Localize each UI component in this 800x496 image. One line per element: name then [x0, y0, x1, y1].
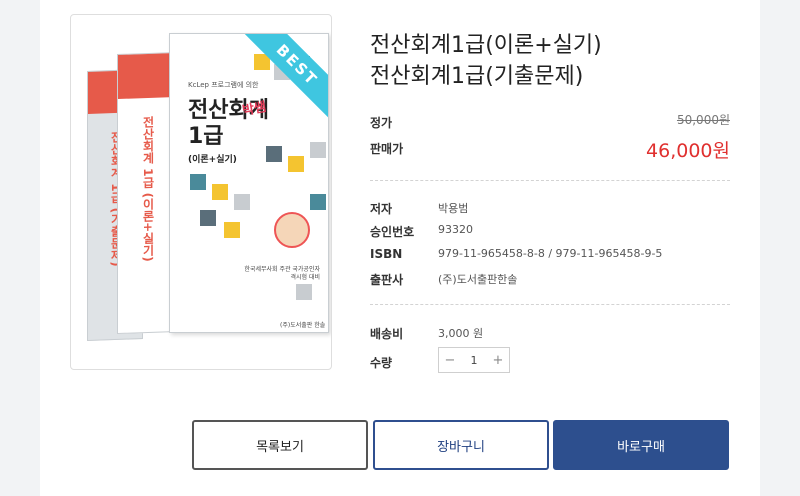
quantity-increase-button[interactable]: +	[487, 353, 509, 368]
author-avatar	[274, 212, 310, 248]
quantity-stepper[interactable]: − 1 +	[438, 347, 510, 373]
buy-now-button[interactable]: 바로구매	[553, 420, 729, 470]
cube-decoration	[224, 222, 240, 238]
author-value: 박용범	[438, 202, 469, 215]
publisher-label: 출판사	[370, 273, 404, 287]
divider	[370, 180, 730, 181]
product-title: 전산회계1급(이론+실기) 전산회계1급(기출문제)	[370, 30, 602, 92]
mid-spine-title: 전산회계 1급 (이론+실기)	[141, 115, 155, 262]
add-to-cart-button[interactable]: 장바구니	[373, 420, 549, 470]
quantity-value[interactable]: 1	[461, 354, 487, 367]
product-page: 전산회계 1급 (기출문제) 전산회계 1급 (이론+실기) KcLep 프로그…	[40, 0, 760, 496]
shipping-value: 3,000 원	[438, 327, 484, 340]
product-title-line1: 전산회계1급(이론+실기)	[370, 33, 602, 58]
cube-decoration	[190, 174, 206, 190]
publisher-value: (주)도서출판한솔	[438, 273, 518, 286]
cover-note: 한국세무사회 주관 국가공인자격시험 대비	[244, 266, 320, 281]
cube-decoration	[234, 194, 250, 210]
cube-decoration	[288, 156, 304, 172]
cube-decoration	[296, 284, 312, 300]
product-image: 전산회계 1급 (기출문제) 전산회계 1급 (이론+실기) KcLep 프로그…	[70, 14, 332, 370]
book-front-cover: KcLep 프로그램에 의한 전산회계 1급 (이론+실기) 박쌤 한국세무사회…	[169, 33, 329, 333]
divider	[370, 304, 730, 305]
isbn-label: ISBN	[370, 247, 403, 261]
list-price-value: 50,000원	[676, 113, 730, 127]
product-title-line2: 전산회계1급(기출문제)	[370, 64, 584, 89]
approval-number-value: 93320	[438, 223, 473, 236]
isbn-value: 979-11-965458-8-8 / 979-11-965458-9-5	[438, 247, 663, 260]
cube-decoration	[212, 184, 228, 200]
author-label: 저자	[370, 202, 393, 216]
quantity-decrease-button[interactable]: −	[439, 353, 461, 368]
cover-subtitle: (이론+실기)	[188, 155, 237, 165]
cube-decoration	[310, 194, 326, 210]
cube-decoration	[200, 210, 216, 226]
approval-number-label: 승인번호	[370, 225, 415, 239]
cover-tagline: KcLep 프로그램에 의한	[188, 81, 259, 89]
cover-title-line2: 1급	[188, 124, 224, 149]
quantity-label: 수량	[370, 356, 393, 370]
list-button[interactable]: 목록보기	[192, 420, 368, 470]
shipping-label: 배송비	[370, 327, 404, 341]
cover-publisher: (주)도서출판 한솔	[280, 322, 326, 329]
cube-decoration	[310, 142, 326, 158]
sale-price-value: 46,000원	[646, 140, 730, 162]
book-middle-cover: 전산회계 1급 (이론+실기)	[117, 51, 177, 335]
spine-strip	[118, 52, 176, 100]
